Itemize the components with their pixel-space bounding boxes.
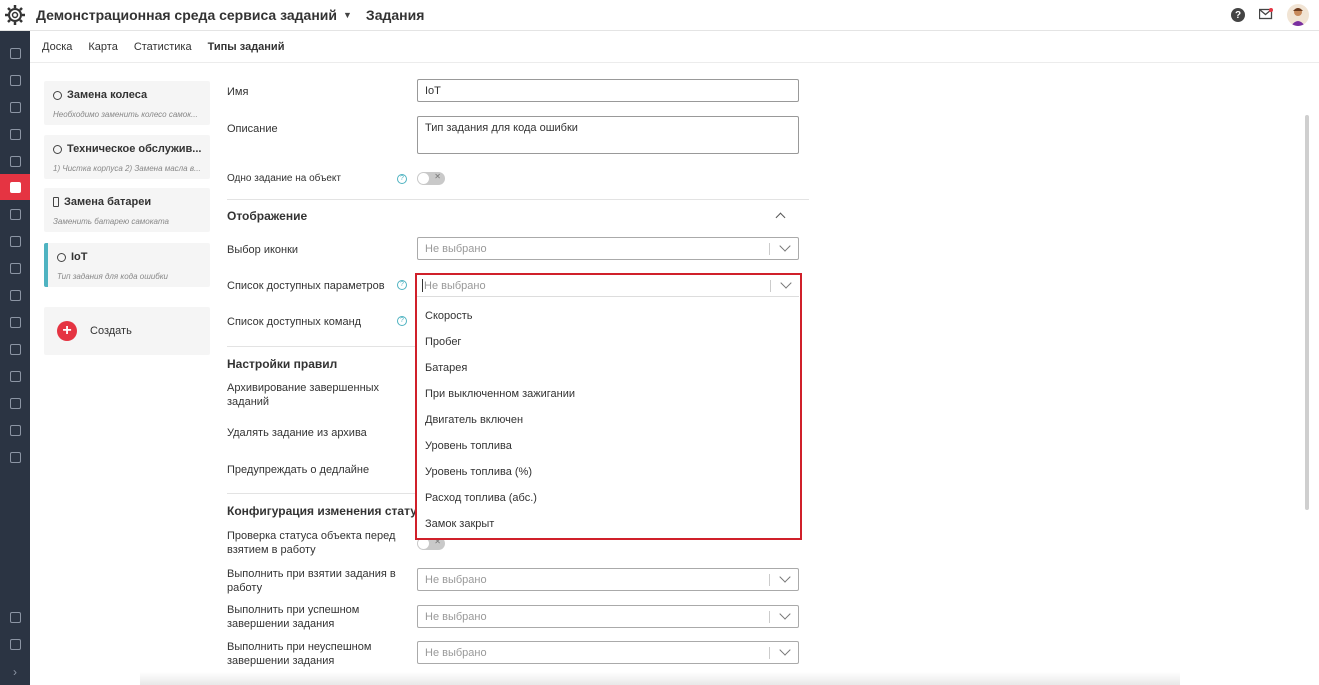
chevron-down-icon	[779, 240, 791, 252]
app-title[interactable]: Демонстрационная среда сервиса заданий	[36, 7, 337, 23]
divider	[227, 199, 809, 200]
wheel-icon	[53, 90, 62, 100]
task-type-card[interactable]: Замена батареи Заменить батарею самоката	[44, 188, 210, 232]
divider	[227, 493, 417, 494]
rules-heading: Настройки правил	[227, 357, 338, 371]
gear-logo-icon[interactable]	[0, 0, 30, 31]
card-subtitle: Необходимо заменить колесо самок...	[53, 110, 198, 119]
sidebar-flask-icon[interactable]	[0, 444, 30, 470]
icon-select[interactable]: Не выбрано	[417, 237, 799, 260]
card-title: Замена батареи	[64, 196, 152, 208]
scrollbar[interactable]	[1305, 115, 1309, 510]
tab-board[interactable]: Доска	[42, 41, 72, 53]
sidebar-tag-icon[interactable]	[0, 255, 30, 281]
tab-task-types[interactable]: Типы заданий	[208, 41, 285, 53]
select-placeholder: Не выбрано	[425, 243, 487, 255]
sidebar-expand-icon[interactable]: ›	[0, 659, 30, 685]
sidebar: ›	[0, 31, 30, 685]
create-button[interactable]: + Создать	[44, 307, 210, 355]
tab-statistics[interactable]: Статистика	[134, 41, 192, 53]
sidebar-grid-icon[interactable]	[0, 201, 30, 227]
tab-map[interactable]: Карта	[88, 41, 117, 53]
sidebar-calendar-icon[interactable]	[0, 121, 30, 147]
help-icon[interactable]: ?	[397, 316, 407, 326]
sidebar-clock-icon[interactable]	[0, 390, 30, 416]
card-subtitle: Заменить батарею самоката	[53, 217, 169, 226]
battery-icon	[53, 197, 59, 207]
check-status-label: Проверка статуса объекта перед взятием в…	[227, 530, 396, 556]
task-type-card[interactable]: Замена колеса Необходимо заменить колесо…	[44, 81, 210, 125]
select-placeholder: Не выбрано	[425, 574, 487, 586]
highlight-box	[415, 273, 802, 540]
on-fail-select[interactable]: Не выбрано	[417, 641, 799, 664]
help-icon[interactable]: ?	[1231, 8, 1245, 22]
avatar[interactable]	[1287, 4, 1309, 26]
select-placeholder: Не выбрано	[425, 611, 487, 623]
description-label: Описание	[227, 123, 278, 135]
sidebar-cube-icon[interactable]	[0, 40, 30, 66]
bottom-shade	[140, 672, 1180, 685]
top-bar: Демонстрационная среда сервиса заданий ▼…	[0, 0, 1319, 31]
deadline-label: Предупреждать о дедлайне	[227, 464, 370, 476]
icon-label: Выбор иконки	[227, 244, 299, 256]
sidebar-document-icon[interactable]	[0, 363, 30, 389]
task-type-card[interactable]: Техническое обслужив... 1) Чистка корпус…	[44, 135, 210, 179]
sidebar-hierarchy-icon[interactable]	[0, 94, 30, 120]
chevron-up-icon[interactable]	[775, 212, 786, 223]
sidebar-globe-icon[interactable]	[0, 282, 30, 308]
gears-icon	[57, 252, 66, 262]
name-input[interactable]: IoT	[417, 79, 799, 102]
on-take-label: Выполнить при взятии задания в работу	[227, 568, 396, 594]
chevron-down-icon	[779, 571, 791, 583]
card-subtitle: Тип задания для кода ошибки	[57, 272, 169, 281]
sidebar-building-icon[interactable]	[0, 604, 30, 630]
divider	[227, 346, 417, 347]
archive-label: Архивирование завершенных заданий	[227, 382, 380, 408]
gears-icon	[53, 144, 62, 154]
sidebar-tasks-icon[interactable]	[0, 174, 30, 200]
sidebar-antenna-icon[interactable]	[0, 417, 30, 443]
help-icon[interactable]: ?	[397, 174, 407, 184]
select-placeholder: Не выбрано	[425, 647, 487, 659]
chevron-down-icon[interactable]: ▼	[343, 10, 352, 20]
card-title: Техническое обслужив...	[67, 143, 202, 155]
sidebar-chart-icon[interactable]	[0, 309, 30, 335]
description-textarea[interactable]: Тип задания для кода ошибки	[417, 116, 799, 154]
name-label: Имя	[227, 86, 249, 98]
tab-bar: Доска Карта Статистика Типы заданий	[30, 31, 1319, 63]
chevron-down-icon	[779, 608, 791, 620]
mail-icon[interactable]	[1258, 7, 1273, 23]
on-fail-label: Выполнить при неуспешном завершении зада…	[227, 641, 372, 667]
card-subtitle: 1) Чистка корпуса 2) Замена масла в...	[53, 164, 201, 173]
one-task-label: Одно задание на объект	[227, 173, 341, 184]
create-label: Создать	[90, 325, 132, 337]
display-heading: Отображение	[227, 209, 308, 223]
plus-icon: +	[57, 321, 77, 341]
sidebar-monitor-icon[interactable]	[0, 67, 30, 93]
sidebar-tools-icon[interactable]	[0, 631, 30, 657]
on-success-label: Выполнить при успешном завершении задани…	[227, 604, 360, 630]
sidebar-table-icon[interactable]	[0, 228, 30, 254]
status-config-heading: Конфигурация изменения стату	[227, 504, 417, 518]
delete-label: Удалять задание из архива	[227, 427, 367, 439]
on-take-select[interactable]: Не выбрано	[417, 568, 799, 591]
sidebar-users-icon[interactable]	[0, 336, 30, 362]
page-title: Задания	[365, 7, 425, 23]
commands-label: Список доступных команд	[227, 316, 362, 328]
on-success-select[interactable]: Не выбрано	[417, 605, 799, 628]
task-type-card-selected[interactable]: IoT Тип задания для кода ошибки	[44, 243, 210, 287]
help-icon[interactable]: ?	[397, 280, 407, 290]
one-task-toggle[interactable]: ✕	[417, 172, 445, 185]
params-label: Список доступных параметров	[227, 280, 385, 292]
sidebar-lightning-icon[interactable]	[0, 148, 30, 174]
card-title: IoT	[71, 251, 88, 263]
card-title: Замена колеса	[67, 89, 148, 101]
chevron-down-icon	[779, 644, 791, 656]
